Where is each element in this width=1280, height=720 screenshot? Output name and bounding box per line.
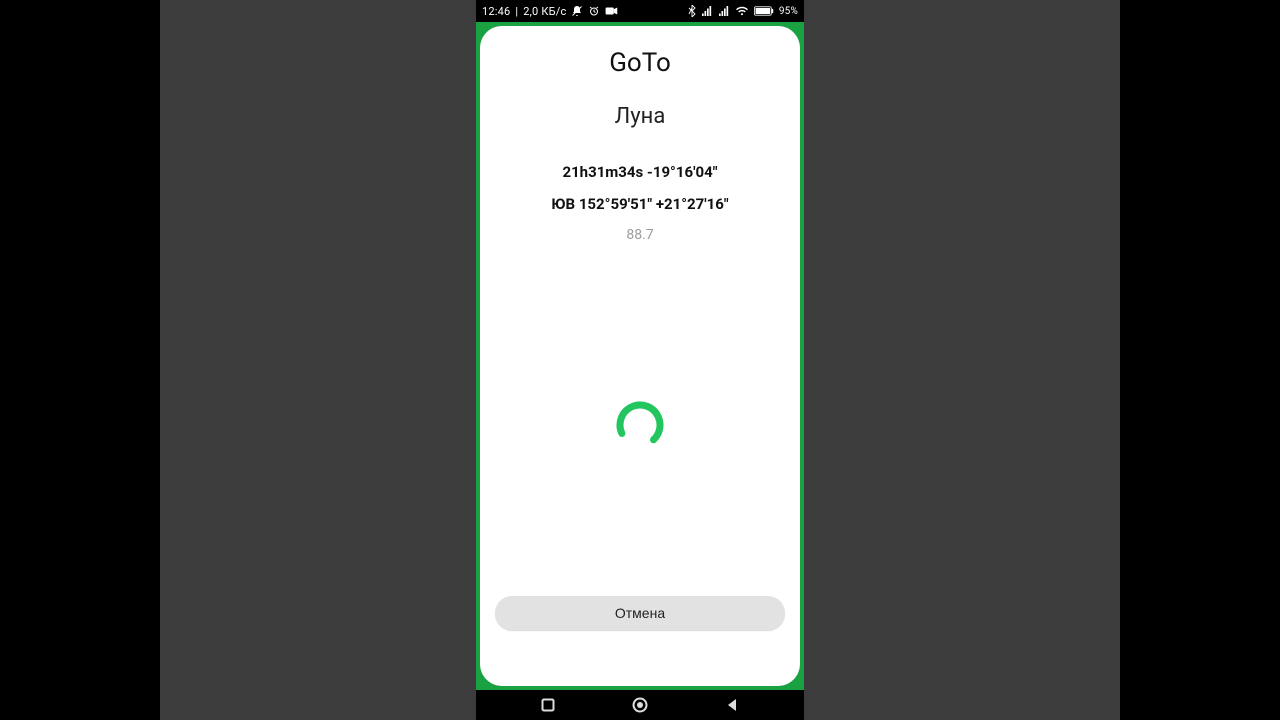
status-bar-right: 95% bbox=[688, 5, 798, 17]
letterbox-left bbox=[160, 0, 476, 720]
battery-icon bbox=[754, 6, 774, 16]
signal-2-icon bbox=[718, 6, 730, 16]
coord-equatorial: 21h31m34s -19°16'04" bbox=[562, 163, 717, 181]
bluetooth-icon bbox=[688, 5, 696, 17]
battery-percent: 95% bbox=[779, 6, 798, 17]
nav-home-button[interactable] bbox=[620, 690, 660, 720]
app-background: GoTo Луна 21h31m34s -19°16'04" ЮВ 152°59… bbox=[476, 22, 804, 690]
status-bar-left: 12:46 | 2,0 КБ/с bbox=[482, 5, 619, 18]
nav-back-button[interactable] bbox=[712, 690, 752, 720]
wifi-icon bbox=[735, 6, 749, 16]
dialog-subtitle: Луна bbox=[615, 104, 666, 129]
nav-bar bbox=[476, 690, 804, 720]
dnd-icon bbox=[571, 5, 583, 17]
loading-spinner-icon bbox=[614, 399, 666, 451]
nav-recent-button[interactable] bbox=[528, 690, 568, 720]
status-time: 12:46 bbox=[482, 5, 510, 18]
alarm-icon bbox=[588, 5, 600, 17]
status-separator: | bbox=[515, 5, 518, 18]
phone-frame: 12:46 | 2,0 КБ/с bbox=[476, 0, 804, 720]
stage: 12:46 | 2,0 КБ/с bbox=[0, 0, 1280, 720]
status-data-rate: 2,0 КБ/с bbox=[523, 5, 566, 18]
dialog-title: GoTo bbox=[609, 48, 671, 78]
spinner-container bbox=[494, 253, 786, 596]
value-readout: 88.7 bbox=[626, 227, 653, 243]
cancel-button[interactable]: Отмена bbox=[495, 596, 785, 630]
status-bar: 12:46 | 2,0 КБ/с bbox=[476, 0, 804, 22]
coord-horizontal: ЮВ 152°59'51" +21°27'16" bbox=[551, 195, 728, 213]
signal-1-icon bbox=[701, 6, 713, 16]
goto-dialog: GoTo Луна 21h31m34s -19°16'04" ЮВ 152°59… bbox=[480, 26, 800, 686]
letterbox-right bbox=[804, 0, 1120, 720]
video-icon bbox=[605, 5, 619, 17]
